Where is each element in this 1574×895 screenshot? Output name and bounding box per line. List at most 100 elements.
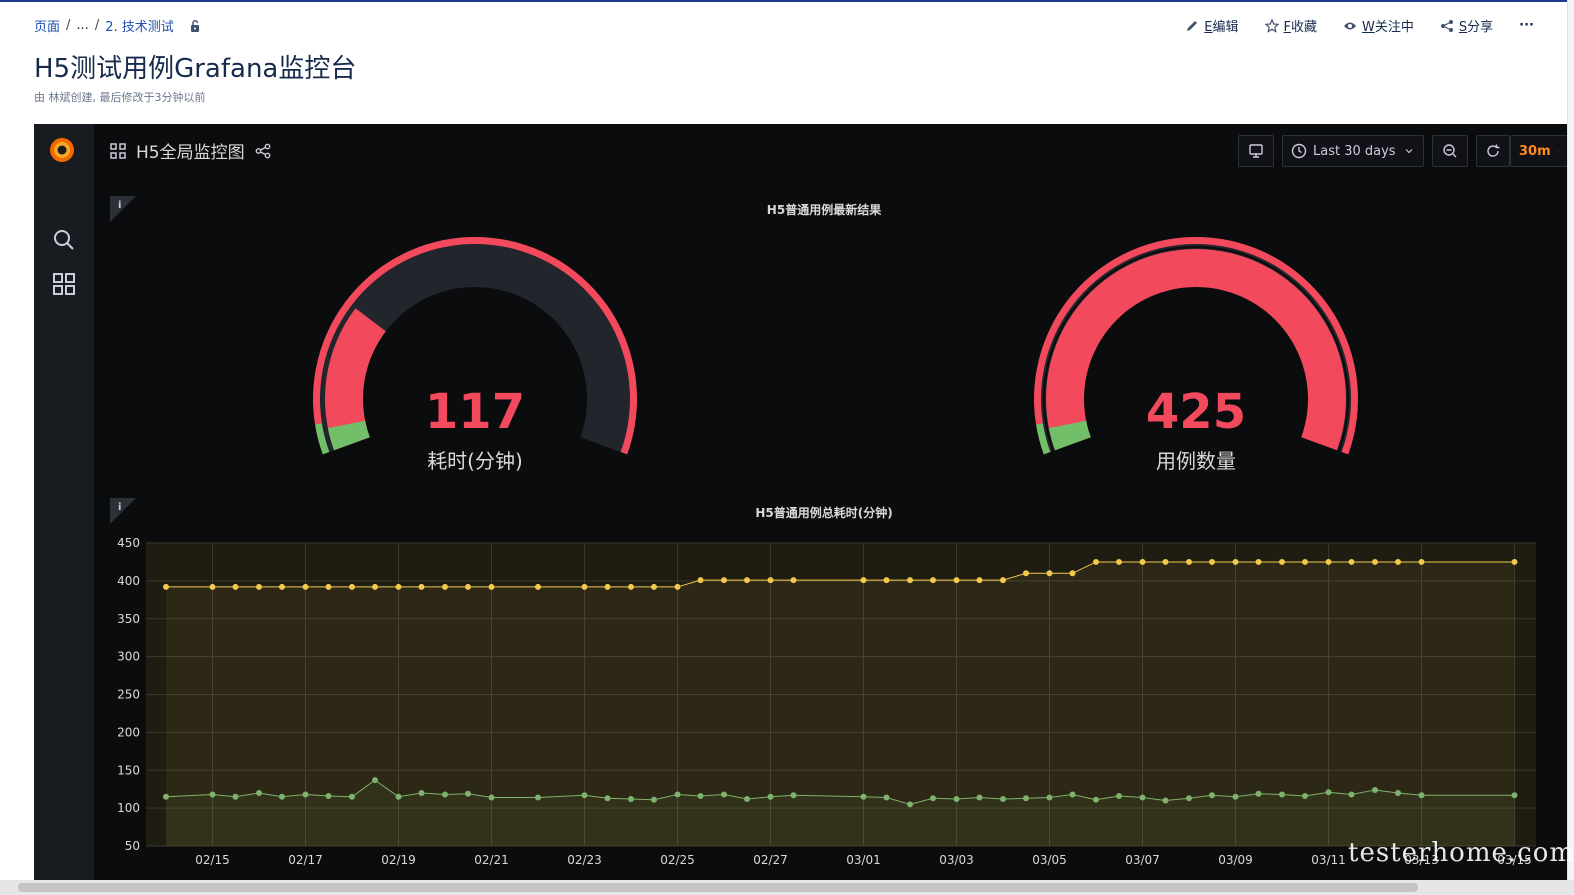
data-point (1116, 558, 1122, 565)
data-point (1023, 570, 1029, 577)
search-icon[interactable] (52, 228, 76, 252)
refresh-interval-picker[interactable]: 30m (1510, 135, 1568, 167)
x-tick-label: 03/01 (846, 853, 881, 867)
favorite-label: 收藏 (1291, 20, 1318, 35)
data-point (883, 577, 890, 584)
data-point (488, 794, 495, 801)
watch-label: 关注中 (1374, 20, 1414, 35)
grafana-logo-icon[interactable] (46, 134, 78, 166)
edit-shortcut: E (1204, 20, 1213, 35)
data-point (232, 793, 239, 800)
data-point (976, 577, 983, 584)
data-point (465, 790, 471, 797)
data-point (1372, 558, 1378, 565)
data-point (697, 577, 704, 584)
apps-icon (110, 142, 126, 159)
duration-gauge-label: 耗时(分钟) (427, 449, 523, 473)
svg-text:i: i (118, 502, 121, 513)
data-point (1511, 792, 1518, 799)
data-point (651, 583, 657, 590)
data-point (1255, 558, 1262, 565)
share-dashboard-icon[interactable] (255, 143, 271, 159)
data-point (302, 791, 309, 798)
x-tick-label: 02/17 (288, 853, 323, 867)
data-point (163, 583, 169, 590)
zoom-out-icon (1443, 144, 1457, 158)
breadcrumb-section[interactable]: 2. 技术测试 (105, 16, 174, 35)
svg-text:i: i (118, 200, 121, 211)
chevron-down-icon (1405, 149, 1413, 154)
data-point (279, 583, 285, 590)
data-point (372, 777, 378, 784)
data-point (1325, 789, 1332, 796)
unlock-icon[interactable] (188, 19, 202, 33)
data-point (395, 793, 402, 800)
data-point (256, 789, 262, 796)
data-point (1069, 791, 1076, 798)
data-point (1279, 558, 1285, 565)
data-point (465, 583, 471, 590)
gauge-panel-title: H5普通用例最新结果 (766, 203, 882, 217)
data-point (1186, 558, 1192, 565)
edit-label: 编辑 (1212, 20, 1239, 35)
data-point (674, 791, 681, 798)
data-point (976, 794, 983, 801)
watch-button[interactable]: W关注中 (1343, 16, 1414, 35)
x-tick-label: 03/09 (1218, 853, 1253, 867)
breadcrumb-root[interactable]: 页面 (34, 16, 60, 35)
data-point (1000, 577, 1006, 584)
horizontal-scrollbar[interactable] (0, 880, 1574, 895)
dashboards-icon[interactable] (52, 272, 76, 296)
data-point (953, 796, 960, 803)
dashboard-title[interactable]: H5全局监控图 (136, 138, 245, 163)
data-point (325, 793, 332, 800)
scrollbar-thumb[interactable] (18, 883, 1418, 892)
data-point (1232, 558, 1239, 565)
x-tick-label: 03/03 (939, 853, 974, 867)
data-point (1348, 791, 1355, 798)
panel-info-icon[interactable]: i (110, 196, 136, 222)
data-point (1209, 558, 1215, 565)
data-point (1372, 786, 1378, 793)
data-point (1302, 793, 1308, 800)
data-point (1348, 558, 1355, 565)
data-point (1209, 792, 1215, 799)
data-point (790, 792, 797, 799)
share-button[interactable]: S分享 (1440, 16, 1493, 35)
data-point (1302, 558, 1308, 565)
y-tick-label: 450 (117, 536, 140, 550)
y-tick-label: 400 (117, 574, 140, 588)
dashboard-header: H5全局监控图 (110, 138, 271, 163)
data-point (1395, 558, 1401, 565)
refresh-icon (1487, 144, 1500, 157)
y-tick-label: 250 (117, 688, 140, 702)
data-point (790, 577, 797, 584)
edit-button[interactable]: E编辑 (1185, 16, 1239, 35)
grafana-embed: H5全局监控图 Last 30 days 30m i H5普通用例最新结果 11… (34, 124, 1568, 880)
panel-info-icon[interactable]: i (110, 498, 136, 524)
data-point (302, 583, 309, 590)
tv-mode-button[interactable] (1238, 135, 1274, 167)
data-point (1069, 570, 1076, 577)
x-tick-label: 03/11 (1311, 853, 1346, 867)
data-point (628, 583, 634, 590)
x-tick-label: 03/05 (1032, 853, 1067, 867)
breadcrumb-ellipsis[interactable]: ... (76, 18, 88, 33)
chevron-down-icon (1557, 150, 1559, 152)
zoom-out-button[interactable] (1432, 135, 1468, 167)
data-point (674, 583, 681, 590)
time-range-picker[interactable]: Last 30 days (1282, 135, 1424, 167)
more-button[interactable]: ··· (1519, 18, 1534, 33)
data-point (744, 796, 750, 803)
data-point (721, 791, 727, 798)
x-tick-label: 02/27 (753, 853, 788, 867)
data-point (604, 795, 611, 802)
data-point (1279, 791, 1285, 798)
favorite-button[interactable]: F收藏 (1264, 16, 1318, 35)
data-point (744, 577, 750, 584)
dashboard-toolbar: Last 30 days 30m (1238, 135, 1568, 167)
data-point (535, 794, 541, 801)
refresh-interval-label: 30m (1519, 143, 1551, 159)
data-point (1255, 790, 1262, 797)
refresh-button[interactable] (1476, 135, 1510, 167)
